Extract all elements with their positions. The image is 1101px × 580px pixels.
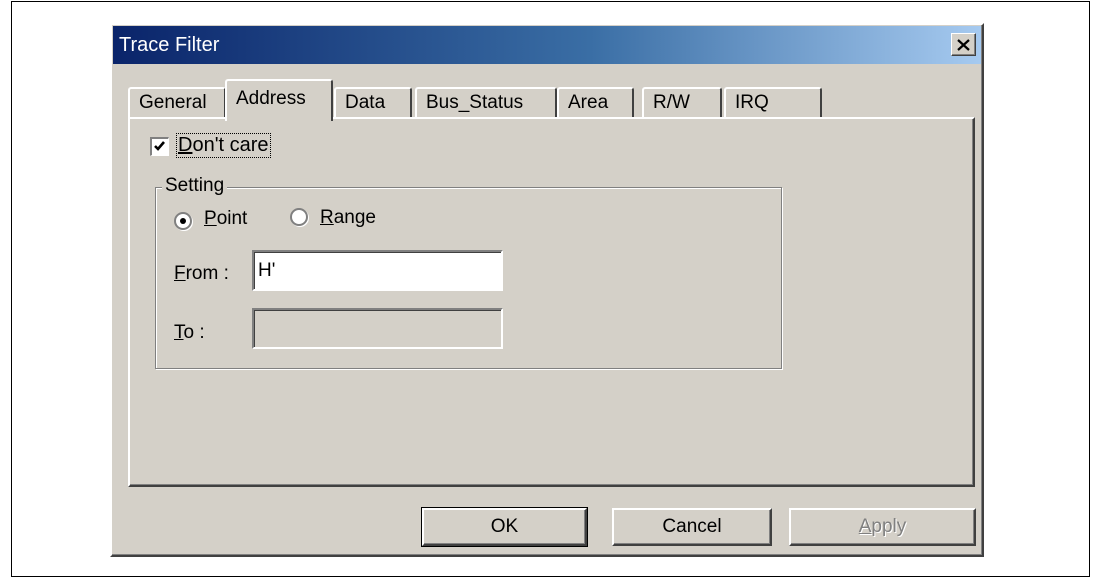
cancel-button[interactable]: Cancel [612, 508, 772, 546]
mnemonic-letter: D [178, 134, 193, 156]
tab-strip: General Address Data Bus_Status Area R/W… [112, 77, 982, 121]
label-text: oint [216, 208, 248, 229]
tab-label: Area [568, 92, 609, 113]
label-text: o : [183, 322, 205, 343]
label-text: on't care [192, 134, 269, 156]
tab-label: IRQ [735, 92, 769, 113]
close-button[interactable] [951, 33, 976, 56]
setting-group: Setting Point Range From : To : [155, 175, 782, 369]
button-label: pply [871, 516, 907, 537]
button-label: OK [490, 516, 519, 537]
tab-label: General [139, 92, 207, 113]
tab-data[interactable]: Data [334, 87, 412, 119]
window-title: Trace Filter [119, 34, 220, 56]
tab-general[interactable]: General [128, 87, 226, 119]
tab-rw[interactable]: R/W [642, 87, 722, 119]
tab-label: Address [236, 88, 306, 109]
mnemonic-letter: A [858, 516, 872, 537]
apply-button[interactable]: Apply [789, 508, 976, 546]
label-text: rom : [185, 263, 229, 284]
setting-legend: Setting [162, 175, 228, 197]
ok-button[interactable]: OK [421, 507, 588, 547]
tab-label: Bus_Status [426, 92, 524, 113]
tab-bus-status[interactable]: Bus_Status [415, 87, 557, 119]
tab-label: R/W [653, 92, 690, 113]
mnemonic-letter: R [320, 207, 334, 228]
tab-area[interactable]: Area [557, 87, 634, 119]
from-input[interactable] [252, 250, 503, 291]
mnemonic-letter: F [174, 263, 186, 284]
address-tab-panel: Don't care Setting Point Range From : To… [128, 117, 975, 487]
from-label: From : [174, 263, 229, 285]
range-label[interactable]: Range [320, 207, 376, 229]
point-radio[interactable] [174, 212, 192, 230]
mnemonic-letter: T [174, 322, 184, 343]
dont-care-label[interactable]: Don't care [176, 133, 271, 158]
label-text: ange [333, 207, 377, 228]
check-icon [154, 141, 165, 151]
point-label[interactable]: Point [204, 208, 247, 230]
button-label: Cancel [662, 516, 722, 537]
radio-dot-icon [180, 218, 186, 224]
mnemonic-letter: P [204, 208, 217, 229]
close-icon [957, 38, 970, 51]
title-bar[interactable]: Trace Filter [113, 26, 981, 64]
tab-label: Data [345, 92, 386, 113]
to-input[interactable] [252, 308, 503, 349]
dont-care-checkbox[interactable] [150, 137, 169, 156]
tab-irq[interactable]: IRQ [724, 87, 822, 119]
range-radio[interactable] [290, 208, 308, 226]
trace-filter-dialog: Trace Filter General Address Data Bus_St… [110, 23, 984, 557]
to-label: To : [174, 322, 205, 344]
tab-address[interactable]: Address [225, 79, 333, 121]
